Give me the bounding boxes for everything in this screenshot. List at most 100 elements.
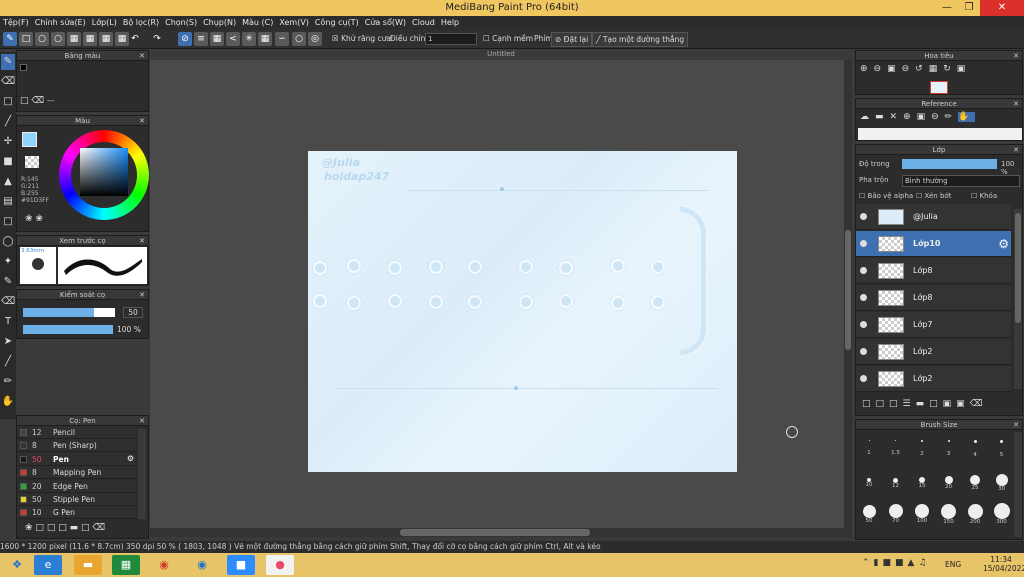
menu-select[interactable]: Chọn(S) [162, 16, 200, 29]
delete-brush-icon[interactable]: ⌫ [92, 523, 105, 533]
brush-tool-icon[interactable]: ✎ [1, 54, 15, 70]
drawing-paper[interactable]: @Julia hoidap247 [308, 151, 737, 472]
color-palette-icon[interactable]: ❀ ❀ [25, 214, 43, 224]
layer-move-icon[interactable]: ▣ [956, 399, 970, 409]
brush-size-preset[interactable]: 20 [938, 472, 960, 490]
edge-icon[interactable]: ◉ [188, 555, 216, 575]
internet-explorer-icon[interactable]: e [34, 555, 62, 575]
reference-close-icon[interactable]: ✕ [890, 112, 904, 122]
panel-close-icon[interactable]: ✕ [139, 416, 145, 426]
smooth-checkbox[interactable]: ☐ Cạnh mềm [483, 34, 533, 43]
select-eraser-tool-icon[interactable]: ⌫ [1, 294, 15, 310]
brush-size-preset[interactable]: 25 [964, 472, 986, 491]
document-tab[interactable]: Untitled [150, 49, 852, 60]
fill-tool-icon[interactable]: ▲ [1, 174, 15, 190]
snap-concentric-icon[interactable]: ◎ [308, 32, 322, 46]
layer-settings-icon[interactable]: ⚙ [998, 237, 1009, 251]
layer-visibility-icon[interactable] [860, 240, 867, 247]
layer-opacity-slider[interactable] [902, 159, 997, 169]
text-tool-icon[interactable]: T [1, 314, 15, 330]
brush-list-item[interactable]: 8 Pen (Sharp) [17, 439, 136, 453]
grid-icon[interactable]: ▦ [99, 32, 113, 46]
tray-volume-icon[interactable]: ♫ [918, 558, 930, 568]
layer-visibility-icon[interactable] [860, 267, 867, 274]
layer-item[interactable]: @Julia [856, 204, 1011, 230]
snap-curve-icon[interactable]: ∽ [275, 32, 289, 46]
layer-folder-icon[interactable]: ▬ [916, 399, 930, 409]
brush-size-preset[interactable]: 4 [964, 440, 986, 458]
snap-parallel-icon[interactable]: ≡ [194, 32, 208, 46]
eraser-tool-icon[interactable]: ⌫ [1, 74, 15, 90]
navigator-thumbnail[interactable] [930, 81, 948, 94]
layer-item[interactable]: Lớp8 [856, 285, 1011, 311]
snap-perspective-icon[interactable]: < [226, 32, 240, 46]
medibang-icon[interactable]: ● [266, 555, 294, 575]
add-brush-icon[interactable]: ❀ [25, 523, 33, 533]
canvas-vertical-scrollbar[interactable] [844, 60, 852, 528]
merge-layer-icon[interactable]: ▣ [943, 399, 957, 409]
redo-icon[interactable]: ↷ [150, 32, 164, 46]
menu-layer[interactable]: Lớp(L) [89, 16, 120, 29]
snap-radial-icon[interactable]: ✳ [242, 32, 256, 46]
brush-list-item[interactable]: 8 Mapping Pen [17, 466, 136, 480]
shape-tool-icon[interactable]: ■ [1, 154, 15, 170]
close-button[interactable]: ✕ [980, 0, 1024, 16]
reset-button[interactable]: ⊘ Đặt lại [551, 32, 593, 47]
brush-folder-icon[interactable]: ▬ [70, 523, 79, 533]
snap-grid-icon[interactable]: ▦ [210, 32, 224, 46]
chrome-icon[interactable]: ◉ [150, 555, 178, 575]
panel-close-icon[interactable]: ✕ [139, 236, 145, 246]
layer-visibility-icon[interactable] [860, 375, 867, 382]
speech-bubble-2-icon[interactable]: ○ [51, 32, 65, 46]
reference-eyedropper-icon[interactable]: ✏ [945, 112, 959, 122]
undo-icon[interactable]: ↶ [128, 32, 142, 46]
brush-size-preset[interactable]: 150 [938, 503, 960, 525]
panel-layout-icon[interactable]: ▦ [67, 32, 81, 46]
brush-options-icon[interactable]: □ [35, 523, 44, 533]
draw-mode-icon[interactable]: ✎ [3, 32, 17, 46]
tray-app2-icon[interactable]: ■ [895, 558, 908, 568]
layer-visibility-icon[interactable] [860, 213, 867, 220]
language-indicator[interactable]: ENG [945, 560, 961, 569]
brush-list-item[interactable]: 10 G Pen [17, 506, 136, 520]
tone-icon[interactable]: ▦ [115, 32, 129, 46]
saturation-value-box[interactable] [80, 148, 128, 196]
brush-size-preset[interactable]: 300 [991, 503, 1013, 525]
brush-size-preset[interactable]: 1.5 [885, 440, 907, 456]
brush-size-preset[interactable]: 5 [991, 440, 1013, 458]
menu-cloud[interactable]: Cloud [409, 16, 438, 29]
brush-list-item[interactable]: 20 Edge Pen [17, 479, 136, 493]
file-explorer-icon[interactable]: ▬ [74, 555, 102, 575]
zoom-icon[interactable]: ■ [227, 555, 255, 575]
layer-visibility-icon[interactable] [860, 348, 867, 355]
menu-file[interactable]: Tệp(F) [0, 16, 32, 29]
color-swatch[interactable] [20, 64, 27, 71]
new-layer-icon[interactable]: □ [862, 399, 876, 409]
menu-color[interactable]: Màu (C) [239, 16, 276, 29]
layer-item[interactable]: Lớp8 [856, 258, 1011, 284]
select-pen-tool-icon[interactable]: ✎ [1, 274, 15, 290]
foreground-color-swatch[interactable] [22, 132, 37, 147]
brush-import-icon[interactable]: □ [58, 523, 67, 533]
brush-size-preset[interactable]: 3 [938, 440, 960, 457]
reference-open-icon[interactable]: ▬ [875, 112, 890, 122]
reset-view-icon[interactable]: ▣ [957, 64, 972, 74]
layer-visibility-icon[interactable] [860, 294, 867, 301]
fit-icon[interactable]: ▣ [887, 64, 902, 74]
maximize-button[interactable]: ❐ [958, 0, 980, 16]
reference-zoom-in-icon[interactable]: ⊕ [903, 112, 917, 122]
brush-size-preset[interactable]: 30 [991, 472, 1013, 492]
canvas-horizontal-scrollbar[interactable] [150, 528, 852, 537]
protect-alpha-checkbox[interactable]: ☐ Bảo vệ alpha [859, 192, 913, 200]
straight-line-button[interactable]: ╱ Tạo một đường thẳng [592, 32, 689, 47]
new-halftone-layer-icon[interactable]: □ [876, 399, 890, 409]
brush-settings-icon[interactable]: ⚙ [127, 454, 134, 463]
reference-hand-icon[interactable]: ✋ [958, 112, 976, 122]
brush-cloud-icon[interactable]: □ [81, 523, 90, 533]
brush-size-preset[interactable]: 200 [964, 503, 986, 525]
zoom-out-icon[interactable]: ⊖ [874, 64, 888, 74]
layer-item[interactable]: Lớp10 ⚙ [856, 231, 1011, 257]
dot-tool-icon[interactable]: □ [1, 94, 15, 110]
brush-opacity-slider[interactable] [23, 325, 113, 334]
brush-size-slider[interactable] [23, 308, 115, 317]
